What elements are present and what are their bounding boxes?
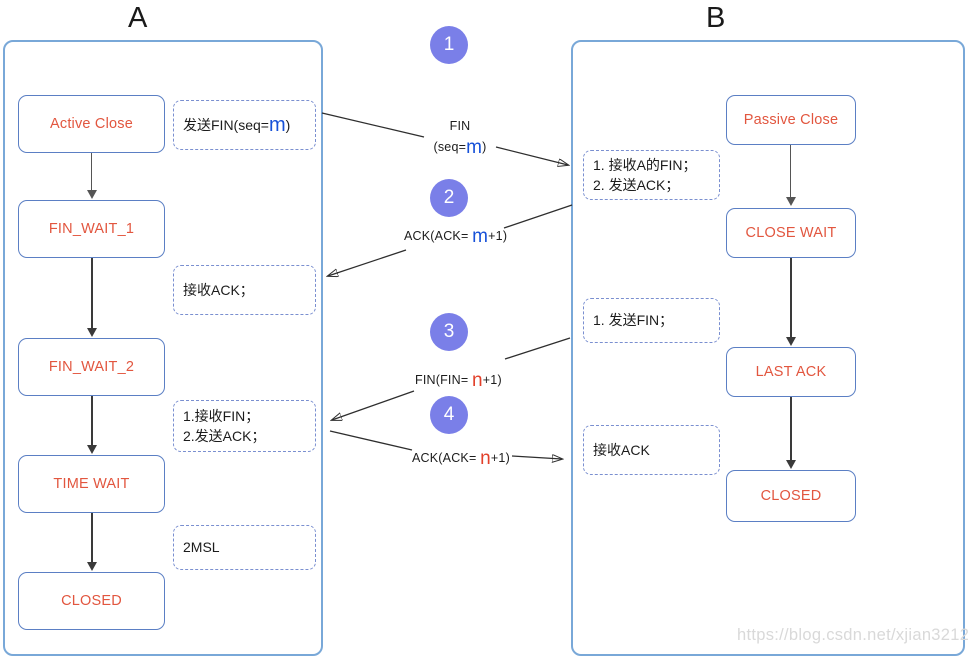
note-send-fin-seq-m: 发送FIN(seq=m) — [173, 100, 316, 150]
note-2msl: 2MSL — [173, 525, 316, 570]
message-1-seq-suffix: ) — [482, 140, 487, 154]
arrow-3-segment-left — [332, 390, 415, 420]
note-text-send-ack-b: 2. 发送ACK； — [593, 177, 680, 193]
connector-fin-wait-1-to-fin-wait-2 — [91, 258, 93, 329]
message-label-2: ACK(ACK= m+1) — [404, 226, 507, 248]
arrowhead-last-ack — [785, 337, 796, 346]
note-receive-ack-b: 接收ACK — [583, 425, 720, 475]
panel-title-a: A — [128, 2, 148, 34]
step-circle-2: 2 — [430, 179, 468, 217]
step-circle-1: 1 — [430, 26, 468, 64]
state-box-close-wait[interactable]: CLOSE WAIT — [726, 208, 856, 258]
message-4-suffix: +1) — [490, 451, 510, 465]
note-text-send-fin-b: 1. 发送FIN； — [593, 312, 674, 329]
note-send-fin-b: 1. 发送FIN； — [583, 298, 720, 343]
message-2-prefix: ACK(ACK= — [404, 229, 473, 243]
state-box-active-close[interactable]: Active Close — [18, 95, 165, 153]
watermark-text: https://blog.csdn.net/xjian32123 — [737, 626, 968, 644]
arrow-2-segment-right — [503, 204, 573, 229]
arrow-4-segment-left — [329, 430, 413, 451]
note-receive-ack-a: 接收ACK； — [173, 265, 316, 315]
note-receive-fin-send-ack-b: 1. 接收A的FIN； 2. 发送ACK； — [583, 150, 720, 200]
arrowhead-fin-wait-1 — [86, 190, 97, 199]
message-label-1: FIN (seq=m) — [424, 119, 496, 159]
state-box-closed-a[interactable]: CLOSED — [18, 572, 165, 630]
state-box-closed-b[interactable]: CLOSED — [726, 470, 856, 522]
connector-active-close-to-fin-wait-1 — [91, 153, 93, 191]
message-1-line-1: FIN — [449, 119, 471, 133]
message-label-3: FIN(FIN= n+1) — [415, 370, 502, 392]
note-text-send-fin-suffix: ) — [285, 116, 291, 133]
arrow-2-segment-left — [328, 249, 407, 276]
diagram-canvas: A B Active Close FIN_WAIT_1 FIN_WAIT_2 T… — [0, 0, 968, 660]
connector-time-wait-to-closed — [91, 513, 93, 563]
arrowhead-closed-b — [785, 460, 796, 469]
step-circle-4: 4 — [430, 396, 468, 434]
arrow-3-segment-right — [504, 337, 571, 360]
arrow-1-segment-left — [321, 112, 425, 138]
note-receive-fin-send-ack-a: 1.接收FIN； 2.发送ACK； — [173, 400, 316, 452]
message-label-4: ACK(ACK= n+1) — [412, 448, 510, 470]
connector-passive-close-to-close-wait — [790, 145, 792, 198]
arrowhead-fin-wait-2 — [86, 328, 97, 337]
connector-fin-wait-2-to-time-wait — [91, 396, 93, 446]
message-2-var-m: m — [472, 226, 489, 247]
message-2-suffix: +1) — [488, 229, 508, 243]
note-text-receive-a-fin: 1. 接收A的FIN； — [593, 156, 697, 173]
state-box-fin-wait-1[interactable]: FIN_WAIT_1 — [18, 200, 165, 258]
message-3-prefix: FIN(FIN= — [415, 373, 473, 387]
connector-close-wait-to-last-ack — [790, 258, 792, 338]
note-var-m: m — [268, 113, 286, 136]
message-1-seq-prefix: (seq= — [433, 140, 467, 154]
message-4-prefix: ACK(ACK= — [412, 451, 481, 465]
note-text-receive-ack-b: 接收ACK — [593, 441, 650, 458]
state-box-time-wait[interactable]: TIME WAIT — [18, 455, 165, 513]
note-text-2msl: 2MSL — [183, 539, 220, 556]
note-text-send-ack-a: 2.发送ACK； — [183, 428, 266, 444]
step-circle-3: 3 — [430, 313, 468, 351]
message-4-var-n: n — [480, 448, 491, 469]
arrowhead-time-wait — [86, 445, 97, 454]
state-box-passive-close[interactable]: Passive Close — [726, 95, 856, 145]
arrow-1-segment-right — [495, 146, 568, 165]
message-3-suffix: +1) — [482, 373, 502, 387]
note-text-receive-ack-a: 接收ACK； — [183, 281, 254, 298]
state-box-fin-wait-2[interactable]: FIN_WAIT_2 — [18, 338, 165, 396]
note-text-send-fin-prefix: 发送FIN(seq= — [183, 116, 269, 133]
panel-title-b: B — [706, 2, 726, 34]
connector-last-ack-to-closed — [790, 397, 792, 461]
arrow-4-segment-right — [511, 456, 562, 459]
state-box-last-ack[interactable]: LAST ACK — [726, 347, 856, 397]
message-3-var-n: n — [472, 370, 483, 391]
message-1-var-m: m — [466, 137, 483, 158]
arrowhead-closed-a — [86, 562, 97, 571]
arrowhead-close-wait — [785, 197, 796, 206]
note-text-receive-fin: 1.接收FIN； — [183, 407, 260, 424]
